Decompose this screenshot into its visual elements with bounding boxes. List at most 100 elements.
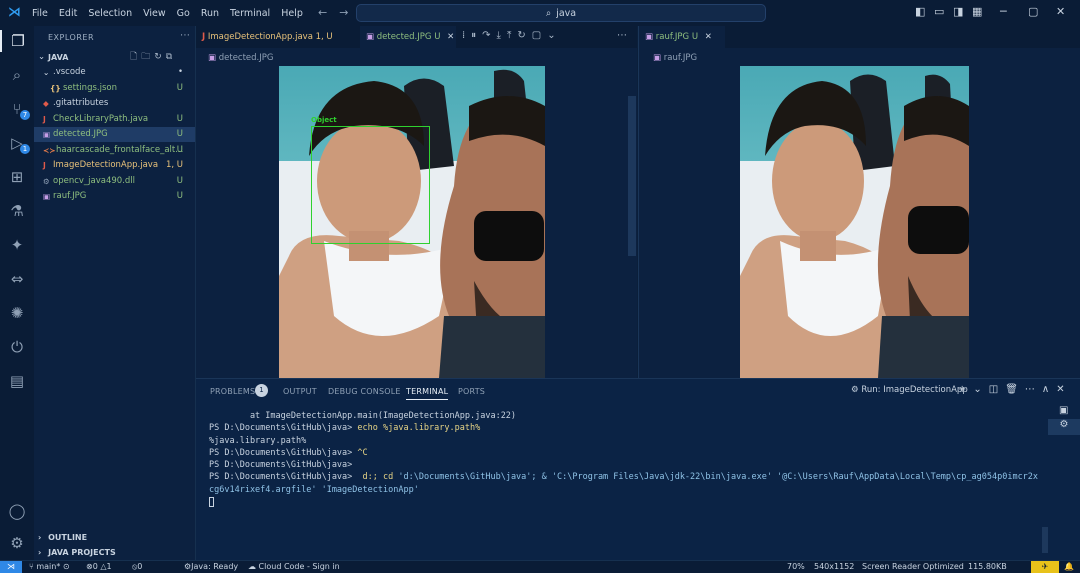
panel-tab-problems[interactable]: PROBLEMS: [210, 387, 255, 396]
terminal-list: ▣ ⚙: [1046, 401, 1080, 561]
breadcrumb[interactable]: ▣ detected.JPG: [208, 53, 273, 63]
file-name: detected.JPG: [53, 129, 108, 139]
outline-section[interactable]: › OUTLINE: [34, 530, 195, 545]
file-name: .gitattributes: [53, 98, 109, 108]
vscode-logo-icon: ⋊: [8, 5, 21, 20]
explorer-icon[interactable]: ❐: [0, 30, 34, 52]
search-activity-icon[interactable]: ⌕: [6, 64, 28, 86]
more-actions-icon[interactable]: ⋯: [180, 30, 190, 41]
menu-help[interactable]: Help: [281, 8, 303, 19]
copilot-icon[interactable]: ✦: [6, 234, 28, 256]
editor-2-tabbar: ▣ rauf.JPG U ✕: [639, 26, 1080, 48]
file-tree-item[interactable]: ◆ .gitattributes: [34, 96, 195, 111]
file-tree-item[interactable]: ▣ rauf.JPG U: [34, 189, 195, 204]
file-name: settings.json: [63, 82, 117, 93]
maximize-icon[interactable]: ▢: [1028, 5, 1038, 18]
account-icon[interactable]: ◯: [6, 500, 28, 522]
terminal-scrollbar[interactable]: [1042, 527, 1048, 553]
openai-icon[interactable]: ✺: [6, 302, 28, 324]
image-icon: ▣: [366, 32, 375, 42]
run-debug-icon[interactable]: ▷ 1: [6, 132, 30, 154]
java-icon: J: [202, 32, 206, 42]
cloud-code-status[interactable]: ☁ Cloud Code - Sign in: [248, 561, 340, 573]
file-tree-item[interactable]: ⌄ .vscode •: [34, 65, 195, 80]
json-icon: {}: [50, 83, 61, 93]
file-name: CheckLibraryPath.java: [53, 113, 149, 124]
branch-indicator[interactable]: ⑂ main* ⊙: [29, 561, 70, 573]
java-debug-terminal-icon[interactable]: ⚙: [1048, 419, 1080, 435]
notifications-icon[interactable]: 🔔: [1064, 561, 1074, 573]
file-tree-item[interactable]: ⚙ opencv_java490.dll U: [34, 174, 195, 189]
toggle-sidebar-icon[interactable]: ◧: [915, 5, 925, 18]
remote-explorer-icon[interactable]: ⇔: [6, 268, 28, 290]
file-tree-item[interactable]: J ImageDetectionApp.java 1, U: [34, 158, 195, 173]
powershell-terminal-icon[interactable]: ▣: [1059, 405, 1068, 416]
menu-go[interactable]: Go: [177, 8, 190, 19]
detection-label: Object: [311, 116, 337, 124]
testing-icon[interactable]: ⚗: [6, 200, 28, 222]
file-name: ImageDetectionApp.java: [53, 160, 159, 170]
screen-reader-mode[interactable]: Screen Reader Optimized: [862, 561, 964, 573]
chevron-down-icon: ⌄: [43, 68, 50, 77]
activity-bar: ❐ ⌕ ⑂ 7 ▷ 1 ⊞ ⚗ ✦ ⇔ ✺ ⏻ ▤ ◯ ⚙: [0, 26, 34, 560]
tab-detected-jpg[interactable]: ▣ detected.JPG U ✕: [360, 26, 456, 48]
toggle-panel-icon[interactable]: ▭: [934, 5, 944, 18]
panel-tab-ports[interactable]: PORTS: [458, 387, 485, 396]
ports-indicator[interactable]: ⦸0: [132, 561, 142, 573]
customize-layout-icon[interactable]: ▦: [972, 5, 982, 18]
editor-1-scrollbar[interactable]: [628, 96, 636, 256]
file-status: U: [176, 82, 183, 93]
image-icon: ▣: [653, 53, 662, 63]
remote-indicator-icon[interactable]: ⋊: [0, 561, 22, 573]
tab-imagedetectionapp[interactable]: J ImageDetectionApp.java 1, U: [196, 26, 360, 48]
command-center-text: java: [556, 7, 577, 19]
chat-icon[interactable]: ▤: [6, 370, 28, 392]
menu-selection[interactable]: Selection: [88, 8, 132, 19]
image-icon: ▣: [645, 32, 654, 42]
panel-tab-terminal[interactable]: TERMINAL: [406, 387, 449, 400]
menu-run[interactable]: Run: [201, 8, 219, 19]
toggle-secondary-sidebar-icon[interactable]: ◨: [953, 5, 963, 18]
close-icon[interactable]: ✕: [1056, 5, 1065, 18]
chevron-down-icon: ⌄: [38, 52, 46, 62]
settings-gear-icon[interactable]: ⚙: [6, 532, 28, 554]
file-tree-item[interactable]: {} settings.json U: [34, 81, 195, 96]
panel-actions[interactable]: +⌄◫🗑⋯∧✕: [958, 384, 1072, 395]
power-icon[interactable]: ⏻: [6, 336, 28, 358]
run-icon: ⚙: [851, 385, 859, 395]
java-projects-section[interactable]: › JAVA PROJECTS: [34, 545, 195, 560]
editor-group-2: ▣ rauf.JPG U ✕ ▣ rauf.JPG: [638, 26, 1080, 378]
file-tree-item[interactable]: J CheckLibraryPath.java U: [34, 112, 195, 127]
detected-image-preview: Object: [279, 66, 545, 378]
explorer-actions[interactable]: 🗋🗀↻⧉: [130, 50, 176, 65]
java-status[interactable]: ⚙Java: Ready: [184, 561, 238, 573]
more-actions-icon[interactable]: ⋯: [617, 30, 627, 41]
close-tab-icon[interactable]: ✕: [447, 32, 454, 42]
minimize-icon[interactable]: ─: [1000, 5, 1007, 18]
menu-edit[interactable]: Edit: [59, 8, 77, 19]
terminal-output[interactable]: at ImageDetectionApp.main(ImageDetection…: [209, 410, 1038, 508]
file-status: U: [176, 175, 183, 186]
menu-terminal[interactable]: Terminal: [230, 8, 270, 19]
command-center-search[interactable]: ⌕ java: [356, 4, 766, 22]
menu-view[interactable]: View: [143, 8, 166, 19]
panel-tab-output[interactable]: OUTPUT: [283, 387, 317, 396]
tab-rauf-jpg[interactable]: ▣ rauf.JPG U ✕: [639, 26, 725, 48]
run-config-selector[interactable]: ⚙ Run: ImageDetectionApp: [851, 385, 968, 395]
editor-1-tabbar: J ImageDetectionApp.java 1, U ▣ detected…: [196, 26, 637, 48]
nav-arrows[interactable]: ←→: [318, 6, 360, 19]
file-status: U: [176, 191, 183, 201]
breadcrumb[interactable]: ▣ rauf.JPG: [653, 53, 697, 63]
file-tree-item[interactable]: ▣ detected.JPG U: [34, 127, 195, 142]
source-control-icon[interactable]: ⑂ 7: [6, 98, 30, 120]
panel-tab-debug-console[interactable]: DEBUG CONSOLE: [328, 387, 401, 396]
file-tree-item[interactable]: ≺≻ haarcascade_frontalface_alt... U: [34, 143, 195, 158]
extensions-icon[interactable]: ⊞: [6, 166, 28, 188]
close-tab-icon[interactable]: ✕: [705, 32, 712, 42]
debug-toolbar[interactable]: ⁞⏸↷⤓⤒↻▢⌄: [462, 30, 562, 41]
debug-indicator-icon[interactable]: ✈: [1031, 561, 1059, 573]
problems-indicator[interactable]: ⊗0 △1: [86, 561, 112, 573]
menu-file[interactable]: File: [32, 8, 48, 19]
zoom-level[interactable]: 70%: [787, 561, 805, 573]
explorer-root[interactable]: ⌄ JAVA 🗋🗀↻⧉: [34, 50, 195, 65]
